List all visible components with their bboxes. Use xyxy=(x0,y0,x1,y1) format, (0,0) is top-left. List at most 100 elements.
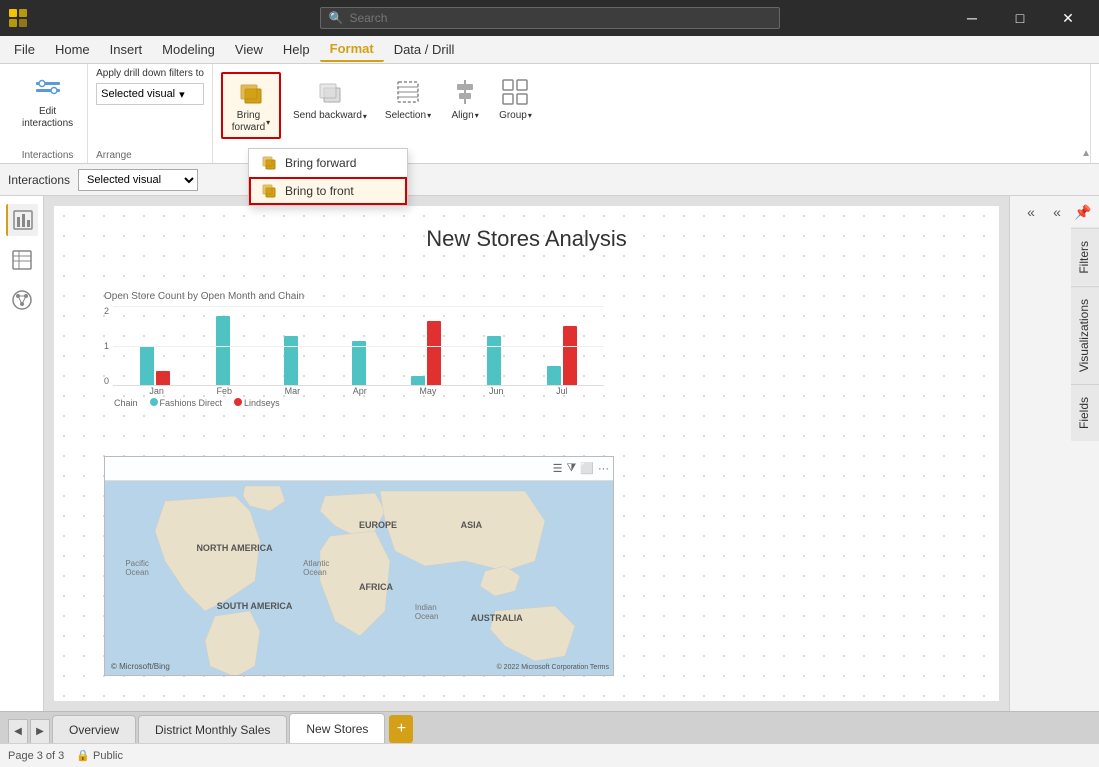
window-controls: ─ □ ✕ xyxy=(949,0,1091,36)
search-bar[interactable]: 🔍 xyxy=(320,7,780,29)
bar-chart: Open Store Count by Open Month and Chain… xyxy=(104,291,604,421)
edit-interactions-section: Editinteractions Interactions xyxy=(8,64,88,163)
map-menu-icon[interactable]: ☰ xyxy=(553,462,563,475)
collapse-ribbon-button[interactable]: ▲ xyxy=(1081,148,1091,159)
sidebar-data-icon[interactable] xyxy=(6,244,38,276)
title-bar: 🔍 Retail Analysis - Power BI Desktop ─ □… xyxy=(0,0,1099,36)
bar-chart-title: Open Store Count by Open Month and Chain xyxy=(104,291,604,302)
group-arrow: ▾ xyxy=(528,111,532,120)
tab-district[interactable]: District Monthly Sales xyxy=(138,715,287,743)
interactions-bar-label: Interactions xyxy=(8,173,70,187)
menu-home[interactable]: Home xyxy=(45,38,100,61)
visualizations-tab[interactable]: Visualizations xyxy=(1071,286,1099,384)
right-panels: « « 📌 Filters Visualizations Fields xyxy=(1009,196,1099,711)
status-visibility: 🔒 Public xyxy=(76,749,123,762)
app-icon xyxy=(8,8,28,28)
bar-feb-teal xyxy=(216,316,230,386)
filters-tab[interactable]: Filters xyxy=(1071,228,1099,286)
bring-forward-label: Bringforward xyxy=(232,110,265,134)
map-visual: This Year Sales by City and Chain xyxy=(105,481,613,675)
menu-insert[interactable]: Insert xyxy=(100,38,153,61)
search-input[interactable] xyxy=(349,11,770,25)
map-container[interactable]: ☰ ⧩ ⬜ ··· This Year Sales by City and Ch… xyxy=(104,456,614,676)
y-axis-mid: 1 xyxy=(104,341,109,351)
legend-lindseys: Lindseys xyxy=(234,398,280,408)
bar-group-jun xyxy=(462,336,526,386)
tab-nav-prev[interactable]: ◀ xyxy=(8,719,28,743)
bar-may-teal xyxy=(411,376,425,386)
bar-jan-teal xyxy=(140,346,154,386)
search-icon: 🔍 xyxy=(329,11,344,25)
bring-forward-dropdown: Bring forward Bring to front xyxy=(248,148,408,206)
right-panel-icons: « « 📌 xyxy=(1010,196,1099,228)
send-backward-arrow: ▾ xyxy=(363,112,367,121)
dropdown-bring-to-front-label: Bring to front xyxy=(285,184,354,198)
fields-tab[interactable]: Fields xyxy=(1071,384,1099,441)
map-filter-icon[interactable]: ⧩ xyxy=(566,462,576,475)
align-button[interactable]: Align ▾ xyxy=(443,72,487,125)
maximize-button[interactable]: □ xyxy=(997,0,1043,36)
map-more-icon[interactable]: ··· xyxy=(598,463,609,475)
send-backward-icon xyxy=(314,76,346,108)
menu-view[interactable]: View xyxy=(225,38,273,61)
dropdown-bring-forward-label: Bring forward xyxy=(285,156,356,170)
bar-chart-x-axis: Jan Feb Mar Apr May Jun Jul xyxy=(113,386,604,396)
bar-chart-legend: Chain Fashions Direct Lindseys xyxy=(104,396,604,410)
left-sidebar xyxy=(0,196,44,711)
legend-fashions: Fashions Direct xyxy=(150,398,223,408)
selection-button[interactable]: Selection ▾ xyxy=(379,72,437,125)
align-icon xyxy=(449,76,481,108)
tab-nav-next[interactable]: ▶ xyxy=(30,719,50,743)
interactions-visual-select[interactable]: Selected visual xyxy=(78,169,198,191)
sidebar-report-icon[interactable] xyxy=(6,204,38,236)
map-expand-icon[interactable]: ⬜ xyxy=(580,462,594,475)
legend-chain-label: Chain xyxy=(114,398,138,408)
bar-group-may xyxy=(394,321,458,386)
bring-forward-button[interactable]: Bringforward ▾ xyxy=(221,72,281,139)
menu-modeling[interactable]: Modeling xyxy=(152,38,225,61)
dropdown-bring-to-front[interactable]: Bring to front xyxy=(249,177,407,205)
arrange-label: Arrange xyxy=(96,150,204,161)
pin-icon[interactable]: 📌 xyxy=(1071,200,1095,224)
selection-label: Selection xyxy=(385,110,426,121)
tab-newstores[interactable]: New Stores xyxy=(289,713,385,743)
bring-forward-menu-icon xyxy=(261,155,277,171)
group-button[interactable]: Group ▾ xyxy=(493,72,538,125)
menu-datadrill[interactable]: Data / Drill xyxy=(384,38,465,61)
chart-title: New Stores Analysis xyxy=(426,226,627,252)
status-page-info: Page 3 of 3 xyxy=(8,750,64,762)
bar-group-jul xyxy=(530,326,594,386)
drill-dropdown[interactable]: Selected visual ▾ xyxy=(96,83,204,105)
send-backward-button[interactable]: Send backward ▾ xyxy=(287,72,373,126)
sidebar-model-icon[interactable] xyxy=(6,284,38,316)
tab-bar: ◀ ▶ Overview District Monthly Sales New … xyxy=(0,711,1099,743)
x-label-jun: Jun xyxy=(489,386,504,396)
group-label: Group xyxy=(499,110,527,121)
dropdown-bring-forward[interactable]: Bring forward xyxy=(249,149,407,177)
menu-help[interactable]: Help xyxy=(273,38,320,61)
close-button[interactable]: ✕ xyxy=(1045,0,1091,36)
bar-chart-bars xyxy=(113,306,604,386)
drill-dropdown-arrow: ▾ xyxy=(179,88,185,101)
bar-mar-teal xyxy=(284,336,298,386)
collapse-all-button[interactable]: « xyxy=(1019,200,1043,224)
y-axis-max: 2 xyxy=(104,306,109,316)
bar-group-mar xyxy=(259,336,323,386)
menu-file[interactable]: File xyxy=(4,38,45,61)
bar-may-red xyxy=(427,321,441,386)
menu-bar: File Home Insert Modeling View Help Form… xyxy=(0,36,1099,64)
edit-interactions-button[interactable]: Editinteractions xyxy=(16,68,79,134)
edit-interactions-label: Editinteractions xyxy=(22,106,73,130)
menu-format[interactable]: Format xyxy=(320,37,384,62)
tab-add-button[interactable]: + xyxy=(389,715,413,743)
tab-overview[interactable]: Overview xyxy=(52,715,136,743)
minimize-button[interactable]: ─ xyxy=(949,0,995,36)
group-icon xyxy=(499,76,531,108)
map-toolbar: ☰ ⧩ ⬜ ··· xyxy=(105,457,613,481)
collapse-filters-button[interactable]: « xyxy=(1045,200,1069,224)
send-backward-label: Send backward xyxy=(293,110,362,122)
x-label-mar: Mar xyxy=(285,386,301,396)
bar-group-apr xyxy=(327,341,391,386)
x-label-jul: Jul xyxy=(556,386,568,396)
bar-apr-teal xyxy=(352,341,366,386)
